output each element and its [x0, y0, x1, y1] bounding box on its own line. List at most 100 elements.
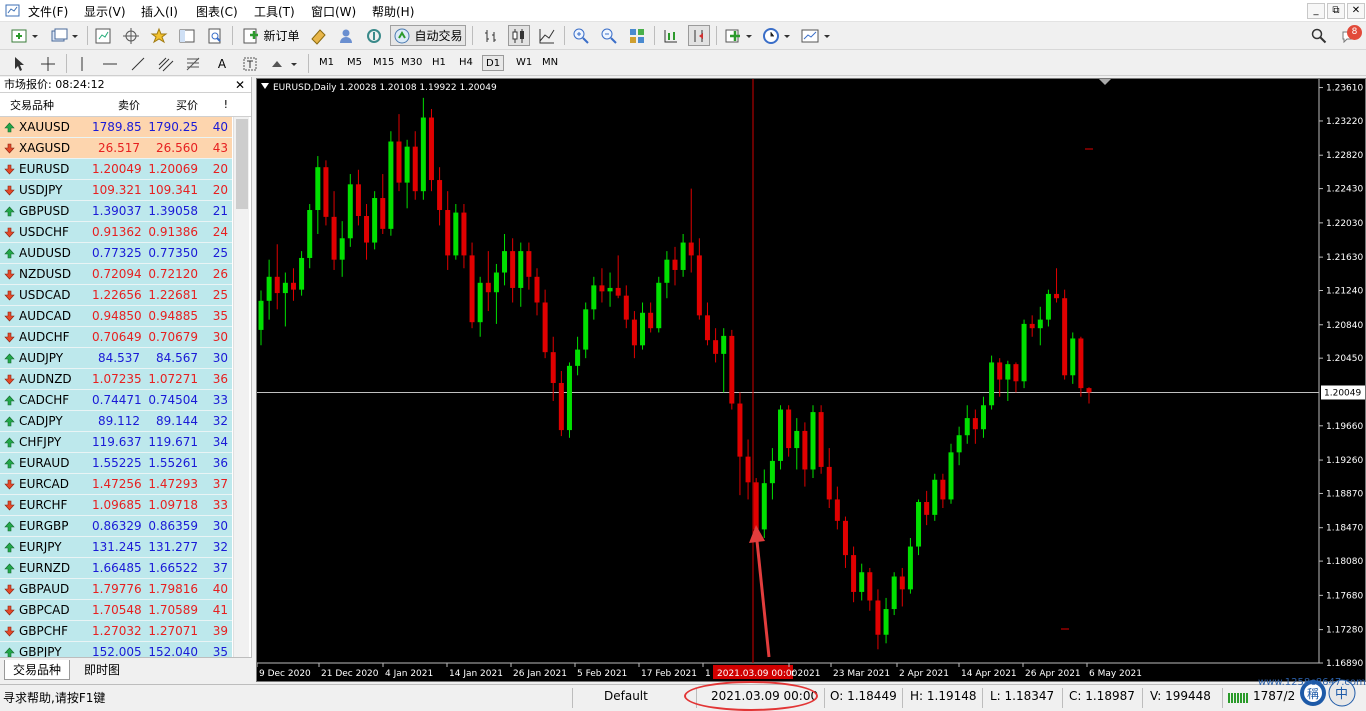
quote-row-xauusd[interactable]: XAUUSD 1789.85 1790.25 40 [0, 117, 232, 138]
timeframe-m30[interactable]: M30 [398, 55, 425, 71]
quote-row-euraud[interactable]: EURAUD 1.55225 1.55261 36 [0, 453, 232, 474]
menu-help[interactable]: 帮助(H) [372, 3, 414, 20]
quote-row-audnzd[interactable]: AUDNZD 1.07235 1.07271 36 [0, 369, 232, 390]
quote-row-usdjpy[interactable]: USDJPY 109.321 109.341 20 [0, 180, 232, 201]
chart-window[interactable]: 1.23610 1.23220 1.22820 1.22430 1.22030 1.216… [256, 78, 1366, 682]
quote-row-audusd[interactable]: AUDUSD 0.77325 0.77350 25 [0, 243, 232, 264]
timeframe-m5[interactable]: M5 [344, 55, 365, 71]
ask-cell: 84.567 [156, 351, 198, 365]
quote-row-audcad[interactable]: AUDCAD 0.94850 0.94885 35 [0, 306, 232, 327]
templates-button[interactable] [798, 25, 834, 46]
arrow-up-icon [4, 563, 15, 574]
vertical-line-tool[interactable] [74, 53, 90, 74]
options-button[interactable] [362, 25, 386, 46]
quote-row-gbpchf[interactable]: GBPCHF 1.27032 1.27071 39 [0, 621, 232, 642]
quote-row-gbpusd[interactable]: GBPUSD 1.39037 1.39058 21 [0, 201, 232, 222]
chart-shift-button[interactable] [660, 25, 682, 46]
market-watch-toggle[interactable] [92, 25, 114, 46]
arrows-tool[interactable] [268, 53, 300, 74]
equidistant-channel-tool[interactable] [156, 53, 176, 74]
quote-row-gbpjpy[interactable]: GBPJPY 152.005 152.040 35 [0, 642, 232, 657]
timeframe-w1[interactable]: W1 [513, 55, 535, 71]
navigator-button[interactable] [148, 25, 170, 46]
tile-windows-button[interactable] [626, 25, 648, 46]
horizontal-line-tool[interactable] [100, 53, 120, 74]
symbol-cell: EURUSD [0, 162, 92, 176]
terminal-button[interactable] [176, 25, 198, 46]
quote-row-audjpy[interactable]: AUDJPY 84.537 84.567 30 [0, 348, 232, 369]
timeframe-d1[interactable]: D1 [482, 55, 505, 71]
column-bid[interactable]: 卖价 [92, 97, 146, 113]
menu-window[interactable]: 窗口(W) [311, 3, 356, 20]
indicators-button[interactable] [722, 25, 756, 46]
new-chart-button[interactable] [8, 25, 42, 46]
quote-row-gbpaud[interactable]: GBPAUD 1.79776 1.79816 40 [0, 579, 232, 600]
fibonacci-icon [186, 57, 200, 70]
periods-button[interactable] [760, 25, 794, 46]
candle-body [453, 212, 459, 256]
tab-tick-chart[interactable]: 即时图 [76, 660, 128, 680]
candlestick-button[interactable] [508, 25, 530, 46]
menu-file[interactable]: 文件(F) [28, 3, 68, 20]
quote-row-eurnzd[interactable]: EURNZD 1.66485 1.66522 37 [0, 558, 232, 579]
minimize-button[interactable]: _ [1307, 3, 1325, 19]
symbol-name: AUDCAD [19, 309, 72, 323]
quote-row-eurjpy[interactable]: EURJPY 131.245 131.277 32 [0, 537, 232, 558]
timeframe-h1[interactable]: H1 [429, 55, 449, 71]
quote-row-eurchf[interactable]: EURCHF 1.09685 1.09718 33 [0, 495, 232, 516]
column-spread[interactable]: ! [204, 98, 232, 111]
text-tool[interactable]: A [212, 53, 232, 74]
quote-row-cadchf[interactable]: CADCHF 0.74471 0.74504 33 [0, 390, 232, 411]
quote-row-nzdusd[interactable]: NZDUSD 0.72094 0.72120 26 [0, 264, 232, 285]
candlestick-chart[interactable]: 1.23610 1.23220 1.22820 1.22430 1.22030 1.216… [257, 79, 1365, 681]
cursor-tool[interactable] [10, 53, 30, 74]
quote-row-usdcad[interactable]: USDCAD 1.22656 1.22681 25 [0, 285, 232, 306]
crosshair-tool[interactable] [38, 53, 58, 74]
profiles-button[interactable] [48, 25, 82, 46]
timeframe-m15[interactable]: M15 [370, 55, 397, 71]
metaeditor-button[interactable] [306, 25, 330, 46]
scrollbar-thumb[interactable] [236, 119, 248, 209]
new-order-button[interactable]: 新订单 [240, 25, 302, 46]
search-button[interactable] [1308, 25, 1330, 46]
quote-row-cadjpy[interactable]: CADJPY 89.112 89.144 32 [0, 411, 232, 432]
restore-button[interactable]: ⧉ [1327, 3, 1345, 19]
quote-row-xagusd[interactable]: XAGUSD 26.517 26.560 43 [0, 138, 232, 159]
quote-row-gbpcad[interactable]: GBPCAD 1.70548 1.70589 41 [0, 600, 232, 621]
quote-row-audchf[interactable]: AUDCHF 0.70649 0.70679 30 [0, 327, 232, 348]
quote-row-eurgbp[interactable]: EURGBP 0.86329 0.86359 30 [0, 516, 232, 537]
quote-row-eurcad[interactable]: EURCAD 1.47256 1.47293 37 [0, 474, 232, 495]
signals-button[interactable] [334, 25, 358, 46]
close-icon[interactable]: ✕ [235, 77, 245, 93]
menu-insert[interactable]: 插入(I) [141, 3, 178, 20]
line-chart-button[interactable] [536, 25, 558, 46]
auto-scroll-button[interactable] [688, 25, 710, 46]
close-button[interactable]: ✕ [1347, 3, 1365, 19]
column-symbol[interactable]: 交易品种 [0, 97, 92, 113]
quote-row-chfjpy[interactable]: CHFJPY 119.637 119.671 34 [0, 432, 232, 453]
text-label-tool[interactable] [240, 53, 260, 74]
timeframe-mn[interactable]: MN [539, 55, 561, 71]
menu-view[interactable]: 显示(V) [84, 3, 126, 20]
symbol-name: AUDNZD [19, 372, 72, 386]
tab-symbols[interactable]: 交易品种 [4, 660, 71, 680]
auto-trading-button[interactable]: 自动交易 [390, 25, 466, 46]
menu-tools[interactable]: 工具(T) [254, 3, 295, 20]
strategy-tester-button[interactable] [204, 25, 226, 46]
quote-row-eurusd[interactable]: EURUSD 1.20049 1.20069 20 [0, 159, 232, 180]
fibonacci-tool[interactable] [184, 53, 204, 74]
timeframe-m1[interactable]: M1 [316, 55, 337, 71]
zoom-in-button[interactable] [570, 25, 592, 46]
data-window-button[interactable] [120, 25, 142, 46]
trendline-tool[interactable] [128, 53, 148, 74]
menu-charts[interactable]: 图表(C) [196, 3, 238, 20]
zoom-out-button[interactable] [598, 25, 620, 46]
bar-chart-button[interactable] [480, 25, 502, 46]
timeframe-h4[interactable]: H4 [456, 55, 476, 71]
market-watch-scrollbar[interactable] [233, 117, 249, 657]
column-ask[interactable]: 买价 [146, 97, 204, 113]
search-icon [1311, 28, 1327, 43]
notifications-button[interactable]: 8 [1336, 25, 1362, 46]
ask-cell: 119.671 [148, 435, 198, 449]
quote-row-usdchf[interactable]: USDCHF 0.91362 0.91386 24 [0, 222, 232, 243]
